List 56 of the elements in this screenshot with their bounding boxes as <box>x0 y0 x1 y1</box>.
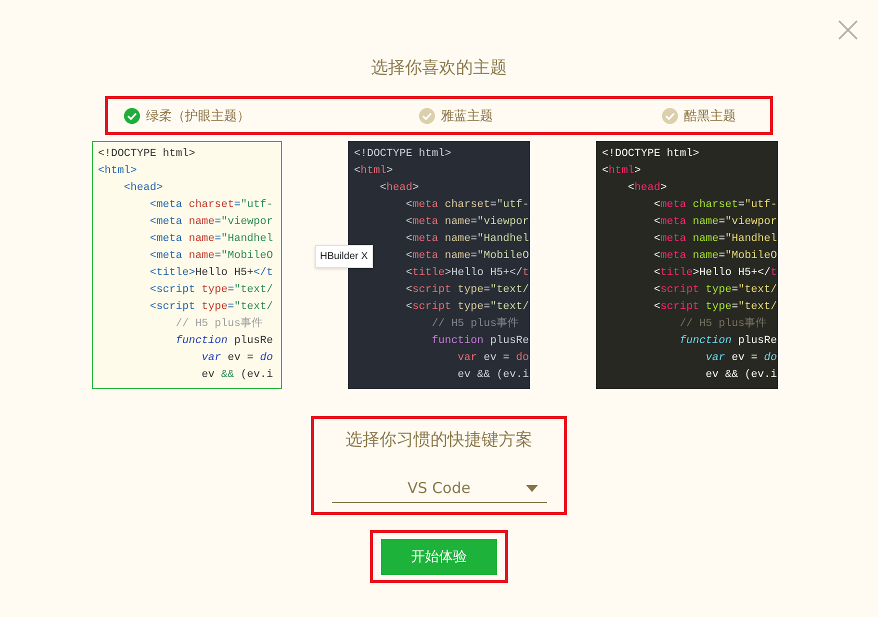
code-line: <meta name="viewpor <box>654 215 777 230</box>
code-line: ev && (ev.i <box>706 368 777 383</box>
code-line: <script type="text/ <box>654 283 777 298</box>
check-icon <box>662 108 678 124</box>
code-line: <html> <box>98 164 137 179</box>
code-line: function plusRe <box>176 334 273 349</box>
code-line: <meta name="MobileO <box>150 249 273 264</box>
code-line: <script type="text/ <box>654 300 777 315</box>
start-button[interactable]: 开始体验 <box>381 538 497 574</box>
code-line: var ev = do <box>706 351 777 366</box>
code-line: <meta charset="utf- <box>406 198 529 213</box>
code-line: <meta name="viewpor <box>150 215 273 230</box>
code-line: // H5 plus事件 <box>680 316 767 332</box>
code-line: <head> <box>380 181 419 196</box>
code-line: <meta name="Handhel <box>654 232 777 247</box>
code-line: // H5 plus事件 <box>176 316 263 332</box>
code-line: <title>Hello H5+</t <box>150 266 273 281</box>
caret-icon <box>526 485 538 492</box>
dropdown[interactable]: VS Code <box>332 473 546 503</box>
code-line: var ev = do <box>458 351 529 366</box>
code-line: ev && (ev.i <box>458 368 529 383</box>
theme-option[interactable]: 雅蓝主题 <box>419 106 493 124</box>
code-line: <html> <box>602 164 641 179</box>
check-icon <box>124 108 140 124</box>
theme-option[interactable]: 酷黑主题 <box>662 106 736 124</box>
code-line: // H5 plus事件 <box>432 316 519 332</box>
code-line: <script type="text/ <box>406 300 529 315</box>
code-line: <script type="text/ <box>150 283 273 298</box>
code-line: <meta name="Handhel <box>406 232 529 247</box>
code-line: <meta charset="utf- <box>654 198 777 213</box>
code-preview[interactable] <box>596 141 778 389</box>
code-line: <title>Hello H5+</t <box>406 266 529 281</box>
code-line: function plusRe <box>432 334 529 349</box>
dialog-title: 选择你喜欢的主题 <box>371 57 507 79</box>
code-line: <!DOCTYPE html> <box>602 147 700 162</box>
code-line: <head> <box>628 181 667 196</box>
tooltip: HBuilder X <box>315 245 373 268</box>
code-preview[interactable] <box>92 141 282 389</box>
code-line: <!DOCTYPE html> <box>98 147 196 162</box>
code-line: <html> <box>354 164 393 179</box>
code-line: <title>Hello H5+</t <box>654 266 777 281</box>
code-line: ev && (ev.i <box>202 368 273 383</box>
code-line: var ev = do <box>202 351 273 366</box>
section-title: 选择你习惯的快捷键方案 <box>346 429 532 452</box>
code-line: <meta name="MobileO <box>654 249 777 264</box>
code-line: <meta name="viewpor <box>406 215 529 230</box>
code-line: <meta name="Handhel <box>150 232 273 247</box>
code-line: <meta charset="utf- <box>150 198 273 213</box>
code-line: <!DOCTYPE html> <box>354 147 452 162</box>
code-line: <script type="text/ <box>150 300 273 315</box>
code-line: <script type="text/ <box>406 283 529 298</box>
theme-option[interactable]: 绿柔（护眼主题） <box>124 106 250 124</box>
code-line: <meta name="MobileO <box>406 249 529 264</box>
check-icon <box>419 108 435 124</box>
code-line: <head> <box>124 181 163 196</box>
code-line: function plusRe <box>680 334 777 349</box>
